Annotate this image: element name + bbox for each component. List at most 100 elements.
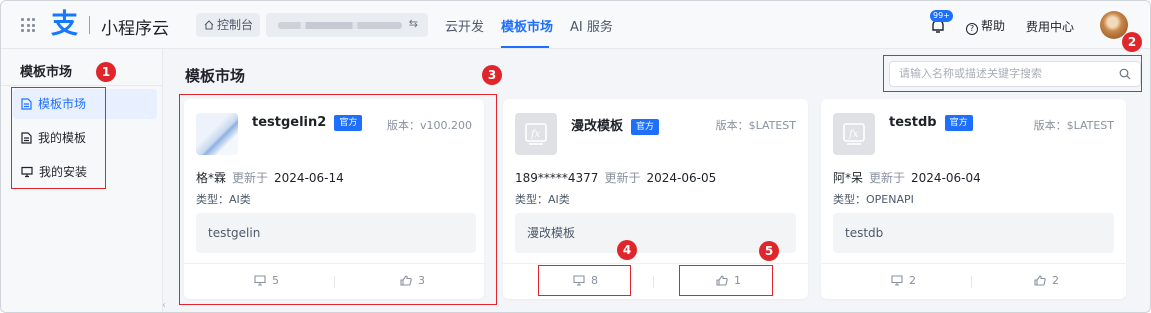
official-tag: 官方 — [631, 119, 660, 135]
thumbs-up-icon — [400, 275, 412, 286]
template-stats: 2 2 — [821, 263, 1126, 299]
like-count-value: 2 — [1052, 274, 1059, 287]
annotation-marker-4: 4 — [617, 240, 637, 260]
template-type: 类型：AI类 — [196, 193, 251, 206]
monitor-icon — [573, 275, 585, 286]
thumbs-up-icon — [1034, 275, 1046, 286]
brand-title: 小程序云 — [101, 19, 169, 39]
template-card[interactable]: fx 漫改模板 官方 版本：$LATEST 189*****4377 更新于 2024… — [503, 99, 808, 299]
svg-text:fx: fx — [530, 129, 541, 140]
sidebar-item-my-templates[interactable]: 我的模板 — [13, 123, 157, 153]
template-author-line: 189*****4377 更新于 2024-06-05 — [515, 169, 716, 186]
top-header: 支 小程序云 控制台 ⇆ 云开发 模板市场 AI 服务 99+ ? 帮助 费用中心 — [1, 1, 1150, 49]
search-placeholder: 请输入名称或描述关键字搜索 — [899, 67, 1042, 80]
install-count-value: 8 — [591, 274, 598, 287]
template-version: 版本：v100.200 — [387, 119, 472, 132]
app-grid-icon[interactable] — [21, 18, 35, 32]
search-icon[interactable] — [1119, 68, 1131, 80]
console-button[interactable]: 控制台 — [196, 13, 260, 37]
template-description: testdb — [833, 213, 1114, 253]
template-name-text: 漫改模板 — [571, 119, 624, 134]
template-description: 漫改模板 — [515, 213, 796, 253]
install-count[interactable]: 2 — [891, 274, 916, 287]
template-author: 格*霖 — [196, 171, 227, 185]
sidebar-item-my-installs[interactable]: 我的安装 — [13, 157, 157, 187]
sidebar-title: 模板市场 — [20, 65, 73, 80]
sidebar-item-label: 我的模板 — [38, 131, 87, 145]
console-label: 控制台 — [217, 18, 254, 32]
install-count[interactable]: 5 — [254, 274, 279, 287]
monitor-icon — [891, 275, 903, 286]
sidebar-item-label: 我的安装 — [39, 165, 88, 179]
sidebar-collapse-handle[interactable]: ‹ — [162, 301, 168, 311]
template-type: 类型：OPENAPI — [833, 193, 914, 206]
file-icon — [21, 98, 32, 110]
annotation-marker-5: 5 — [759, 241, 779, 261]
install-count[interactable]: 8 — [573, 274, 598, 287]
template-version: 版本：$LATEST — [715, 119, 796, 132]
page-title: 模板市场 — [185, 67, 246, 85]
swap-icon: ⇆ — [408, 17, 418, 30]
updated-date: 2024-06-05 — [646, 171, 717, 185]
app-name-redacted — [278, 22, 402, 29]
nav-template-market[interactable]: 模板市场 — [501, 16, 553, 35]
svg-text:fx: fx — [848, 129, 859, 140]
alipay-logo: 支 — [51, 9, 78, 40]
help-link[interactable]: ? 帮助 — [966, 17, 1005, 35]
updated-label: 更新于 — [604, 171, 641, 185]
like-count[interactable]: 1 — [716, 274, 741, 287]
annotation-marker-3: 3 — [482, 65, 502, 85]
function-icon: fx — [525, 123, 547, 145]
like-count-value: 3 — [418, 274, 425, 287]
notification-badge: 99+ — [930, 10, 953, 22]
updated-date: 2024-06-04 — [911, 171, 981, 185]
fee-center-link[interactable]: 费用中心 — [1026, 18, 1074, 35]
brand-divider — [89, 16, 90, 34]
official-tag: 官方 — [334, 115, 363, 131]
sidebar-item-template-market[interactable]: 模板市场 — [13, 89, 157, 119]
app-selector[interactable]: ⇆ — [266, 13, 428, 37]
annotation-marker-2: 2 — [1122, 32, 1142, 52]
template-name: testdb 官方 — [889, 115, 973, 131]
function-icon: fx — [843, 123, 865, 145]
updated-label: 更新于 — [232, 171, 269, 185]
monitor-icon — [254, 275, 266, 286]
template-version: 版本：$LATEST — [1033, 119, 1114, 132]
nav-cloud-dev[interactable]: 云开发 — [445, 16, 484, 35]
template-description: testgelin — [196, 213, 476, 253]
template-card[interactable]: fx testdb 官方 版本：$LATEST 阿*呆 更新于 2024-06-04 … — [821, 99, 1126, 299]
active-nav-indicator — [501, 46, 549, 48]
home-icon — [204, 20, 214, 30]
like-count[interactable]: 3 — [400, 274, 425, 287]
template-name: testgelin2 官方 — [252, 115, 363, 131]
search-input[interactable]: 请输入名称或描述关键字搜索 — [889, 61, 1141, 87]
template-stats: 5 3 — [184, 263, 484, 299]
template-author-line: 格*霖 更新于 2024-06-14 — [196, 169, 344, 186]
help-icon: ? — [966, 23, 978, 35]
template-author: 189*****4377 — [515, 171, 599, 185]
stats-divider — [971, 276, 972, 288]
thumbs-up-icon — [716, 275, 728, 286]
template-name-text: testgelin2 — [252, 115, 327, 130]
install-count-value: 5 — [272, 274, 279, 287]
official-tag: 官方 — [944, 115, 973, 131]
nav-ai-service[interactable]: AI 服务 — [570, 16, 613, 35]
monitor-icon — [21, 166, 33, 178]
template-card[interactable]: testgelin2 官方 版本：v100.200 格*霖 更新于 2024-06-1… — [184, 99, 484, 299]
sidebar-divider — [1, 85, 163, 86]
app-window: 支 小程序云 控制台 ⇆ 云开发 模板市场 AI 服务 99+ ? 帮助 费用中心… — [0, 0, 1151, 313]
like-count[interactable]: 2 — [1034, 274, 1059, 287]
updated-date: 2024-06-14 — [274, 171, 344, 185]
template-name-text: testdb — [889, 115, 937, 130]
annotation-marker-1: 1 — [96, 62, 116, 82]
template-name: 漫改模板 官方 — [571, 115, 660, 135]
stats-divider — [334, 276, 335, 288]
help-label: 帮助 — [981, 19, 1006, 33]
template-type: 类型：AI类 — [515, 193, 570, 206]
template-thumbnail: fx — [515, 113, 557, 155]
sidebar-item-label: 模板市场 — [38, 97, 87, 111]
stats-divider — [653, 276, 654, 288]
template-thumbnail — [196, 113, 238, 155]
template-stats: 8 1 — [503, 263, 808, 299]
document-icon — [21, 132, 32, 144]
